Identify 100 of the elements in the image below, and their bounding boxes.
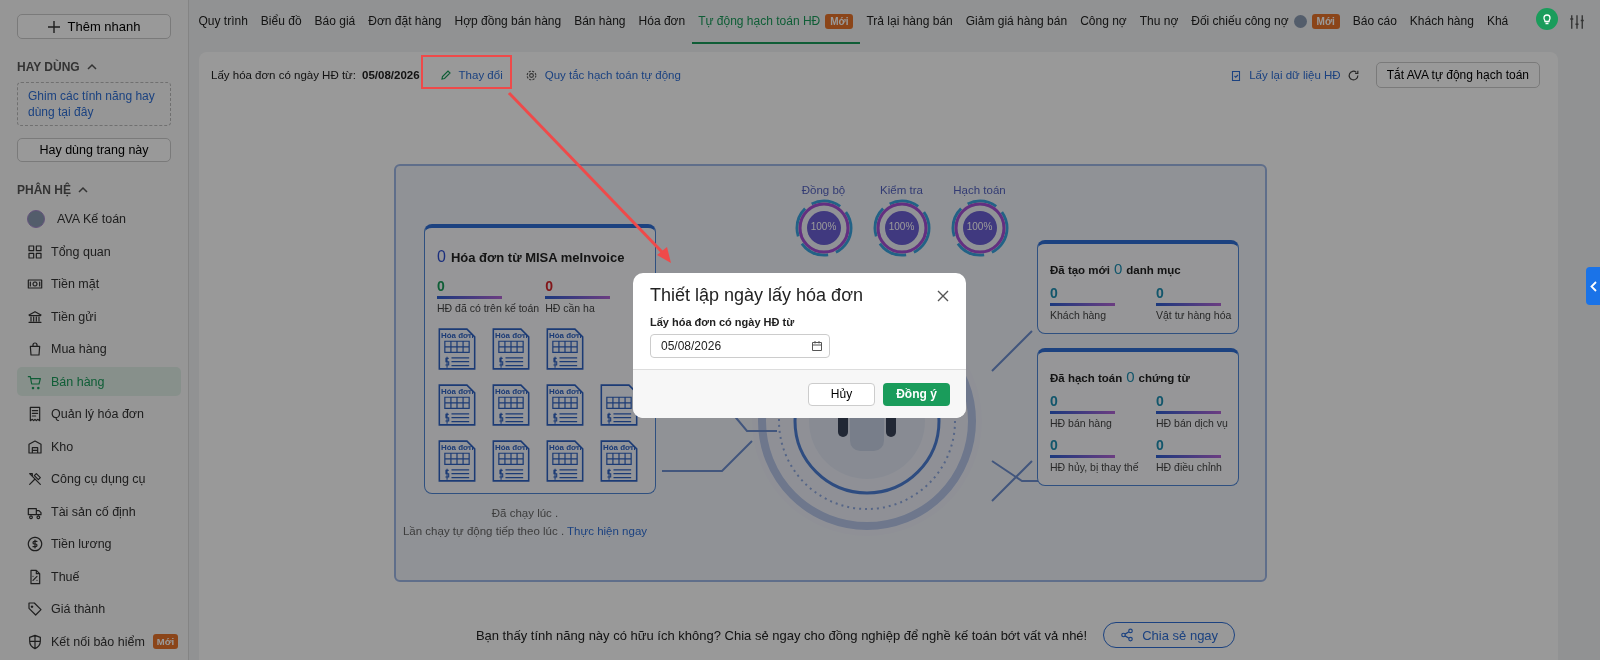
quick-add-button[interactable]: Thêm nhanh xyxy=(17,14,171,40)
stat-value: 0 xyxy=(1156,285,1164,301)
receipt-icon xyxy=(27,406,43,423)
nav-tab[interactable]: Báo cáo xyxy=(1346,0,1404,44)
stat-value: 0 xyxy=(1050,437,1058,453)
nav-tab[interactable]: Trả lại hàng bán xyxy=(859,0,960,44)
section-title: HAY DÙNG xyxy=(17,60,80,75)
chevron-left-icon xyxy=(1589,280,1597,292)
stage-label: Hạch toán xyxy=(953,184,1006,196)
stat-value: 0 xyxy=(545,278,553,294)
date-value: 05/08/2026 xyxy=(362,69,420,81)
nav-tab[interactable]: Báo giá xyxy=(308,0,362,44)
underline-bar xyxy=(1156,455,1221,458)
tools-icon xyxy=(27,471,43,488)
stat-label: HĐ đã có trên kế toán xyxy=(437,302,540,314)
reload-link[interactable]: Lấy lại dữ liệu HĐ xyxy=(1230,68,1341,82)
last-run-text: Đã chạy lúc . xyxy=(491,507,559,519)
stat-label: HĐ hủy, bị thay thế xyxy=(1050,461,1139,473)
sidebar-item[interactable]: Tài sản cố định xyxy=(17,497,181,527)
sidebar-item[interactable]: Mua hàng xyxy=(17,334,181,364)
sliders-icon[interactable] xyxy=(1568,13,1586,31)
stage-label: Đồng bộ xyxy=(801,184,846,196)
settings-icon xyxy=(524,68,538,82)
underline-bar xyxy=(437,296,502,299)
run-now-link[interactable]: Thực hiện ngay xyxy=(567,525,648,537)
sidebar-item[interactable]: Kho xyxy=(17,432,181,462)
sidebar-item[interactable]: Công cụ dụng cụ xyxy=(17,464,181,494)
date-input-field[interactable]: 05/08/2026 xyxy=(650,334,830,358)
refresh-icon[interactable] xyxy=(1346,68,1360,82)
nav-tab[interactable]: Hợp đồng bán hàng xyxy=(448,0,568,44)
confirm-button[interactable]: Đồng ý xyxy=(883,382,950,406)
nav-tab[interactable]: Khách hàng xyxy=(1403,0,1481,44)
sidebar-item[interactable]: Giá thành xyxy=(17,594,181,624)
stat-value: 0 xyxy=(1050,393,1058,409)
progress-ring xyxy=(872,199,931,257)
close-icon[interactable] xyxy=(937,289,949,302)
avatar-icon xyxy=(27,210,45,228)
dialog-title: Thiết lập ngày lấy hóa đơn xyxy=(650,285,863,306)
stat-label: Vật tư hàng hóa xyxy=(1156,309,1232,321)
sidebar-item[interactable]: Kết nối bảo hiểm Mới xyxy=(17,627,181,657)
nav-tab[interactable]: Quy trình xyxy=(192,0,255,44)
sidebar-item[interactable]: Tổng quan xyxy=(17,237,181,266)
sidebar-item[interactable]: Tiền lương xyxy=(17,529,181,559)
nav-tab[interactable]: Biểu đồ xyxy=(254,0,309,44)
sidebar-item[interactable]: AVA Kế toán xyxy=(17,204,181,234)
panel-toggle-button[interactable] xyxy=(1586,267,1600,305)
grid-icon xyxy=(27,243,43,260)
date-label: Lấy hóa đơn có ngày HĐ từ: xyxy=(211,69,356,81)
nav-tab[interactable]: Đơn đặt hàng xyxy=(361,0,449,44)
cancel-button[interactable]: Hủy xyxy=(808,382,875,406)
tag-icon xyxy=(27,601,43,618)
stat-value: 0 xyxy=(437,278,445,294)
nav-tab[interactable]: Bán hàng xyxy=(567,0,633,44)
nav-tab[interactable]: Khá xyxy=(1480,0,1512,44)
nav-tab[interactable]: Giảm giá hàng bán xyxy=(959,0,1074,44)
sidebar-item[interactable]: Quản lý hóa đơn xyxy=(17,399,181,429)
underline-bar xyxy=(1050,455,1115,458)
progress-ring xyxy=(794,199,853,257)
cart-icon xyxy=(27,373,43,390)
shield-icon xyxy=(27,633,43,650)
disable-auto-button[interactable]: Tắt AVA tự động hạch toán xyxy=(1375,62,1540,88)
change-link[interactable]: Thay đổi xyxy=(439,69,503,81)
chevron-icon[interactable] xyxy=(86,63,97,72)
stat-label: HĐ điều chỉnh xyxy=(1156,461,1222,473)
share-button[interactable]: Chia sẻ ngay xyxy=(1103,622,1236,648)
clipboard-check-icon xyxy=(1230,68,1243,82)
stage-reading: 100% xyxy=(809,221,838,232)
pin-hint: Ghim các tính năng hay dùng tại đây xyxy=(17,82,171,127)
share-icon xyxy=(1120,628,1135,642)
stat-label: Khách hàng xyxy=(1050,309,1107,321)
sidebar-item[interactable]: Tiền gửi xyxy=(17,302,181,332)
underline-bar xyxy=(1156,411,1221,414)
nav-tab[interactable]: Công nợ xyxy=(1073,0,1134,44)
underline-bar xyxy=(545,296,611,299)
next-run-text: Lần chạy tự động tiếp theo lúc . xyxy=(402,525,565,537)
nav-tab[interactable]: Đối chiếu công nợ Mới xyxy=(1184,0,1347,44)
rules-link[interactable]: Quy tắc hạch toán tự động xyxy=(524,68,681,82)
new-badge: Mới xyxy=(1311,13,1340,29)
sidebar-item[interactable]: Thuế xyxy=(17,562,181,592)
bag-icon xyxy=(27,341,43,358)
card-title: Đã hạch toán xyxy=(1050,372,1123,384)
lightbulb-icon[interactable] xyxy=(1536,8,1558,30)
progress-ring xyxy=(950,199,1009,257)
field-label: Lấy hóa đơn có ngày HĐ từ xyxy=(650,316,796,328)
card-title: Đã tạo mới xyxy=(1050,264,1110,276)
pin-page-button[interactable]: Hay dùng trang này xyxy=(17,138,171,162)
dollar-icon xyxy=(27,536,43,553)
card-count: 0 xyxy=(1113,260,1123,277)
stat-label: HĐ cần ha xyxy=(545,302,595,314)
nav-tab[interactable]: Thu nợ xyxy=(1133,0,1185,44)
card-title: Hóa đơn từ MISA meInvoice xyxy=(450,250,625,265)
share-prompt: Bạn thấy tính năng này có hữu ích không? Chia sẻ ngay cho đồng nghiệp để nghề kế toán bớt vất vả nhé! xyxy=(475,627,1088,643)
chevron-icon[interactable] xyxy=(78,185,88,194)
stage-reading: 100% xyxy=(887,221,916,232)
plus-icon xyxy=(47,20,60,33)
new-badge: Mới xyxy=(825,13,854,29)
nav-tab[interactable]: Hóa đơn xyxy=(632,0,692,44)
stat-value: 0 xyxy=(1156,437,1164,453)
invoice-count: 0 xyxy=(437,248,446,266)
sidebar-item[interactable]: Tiền mặt xyxy=(17,269,181,299)
